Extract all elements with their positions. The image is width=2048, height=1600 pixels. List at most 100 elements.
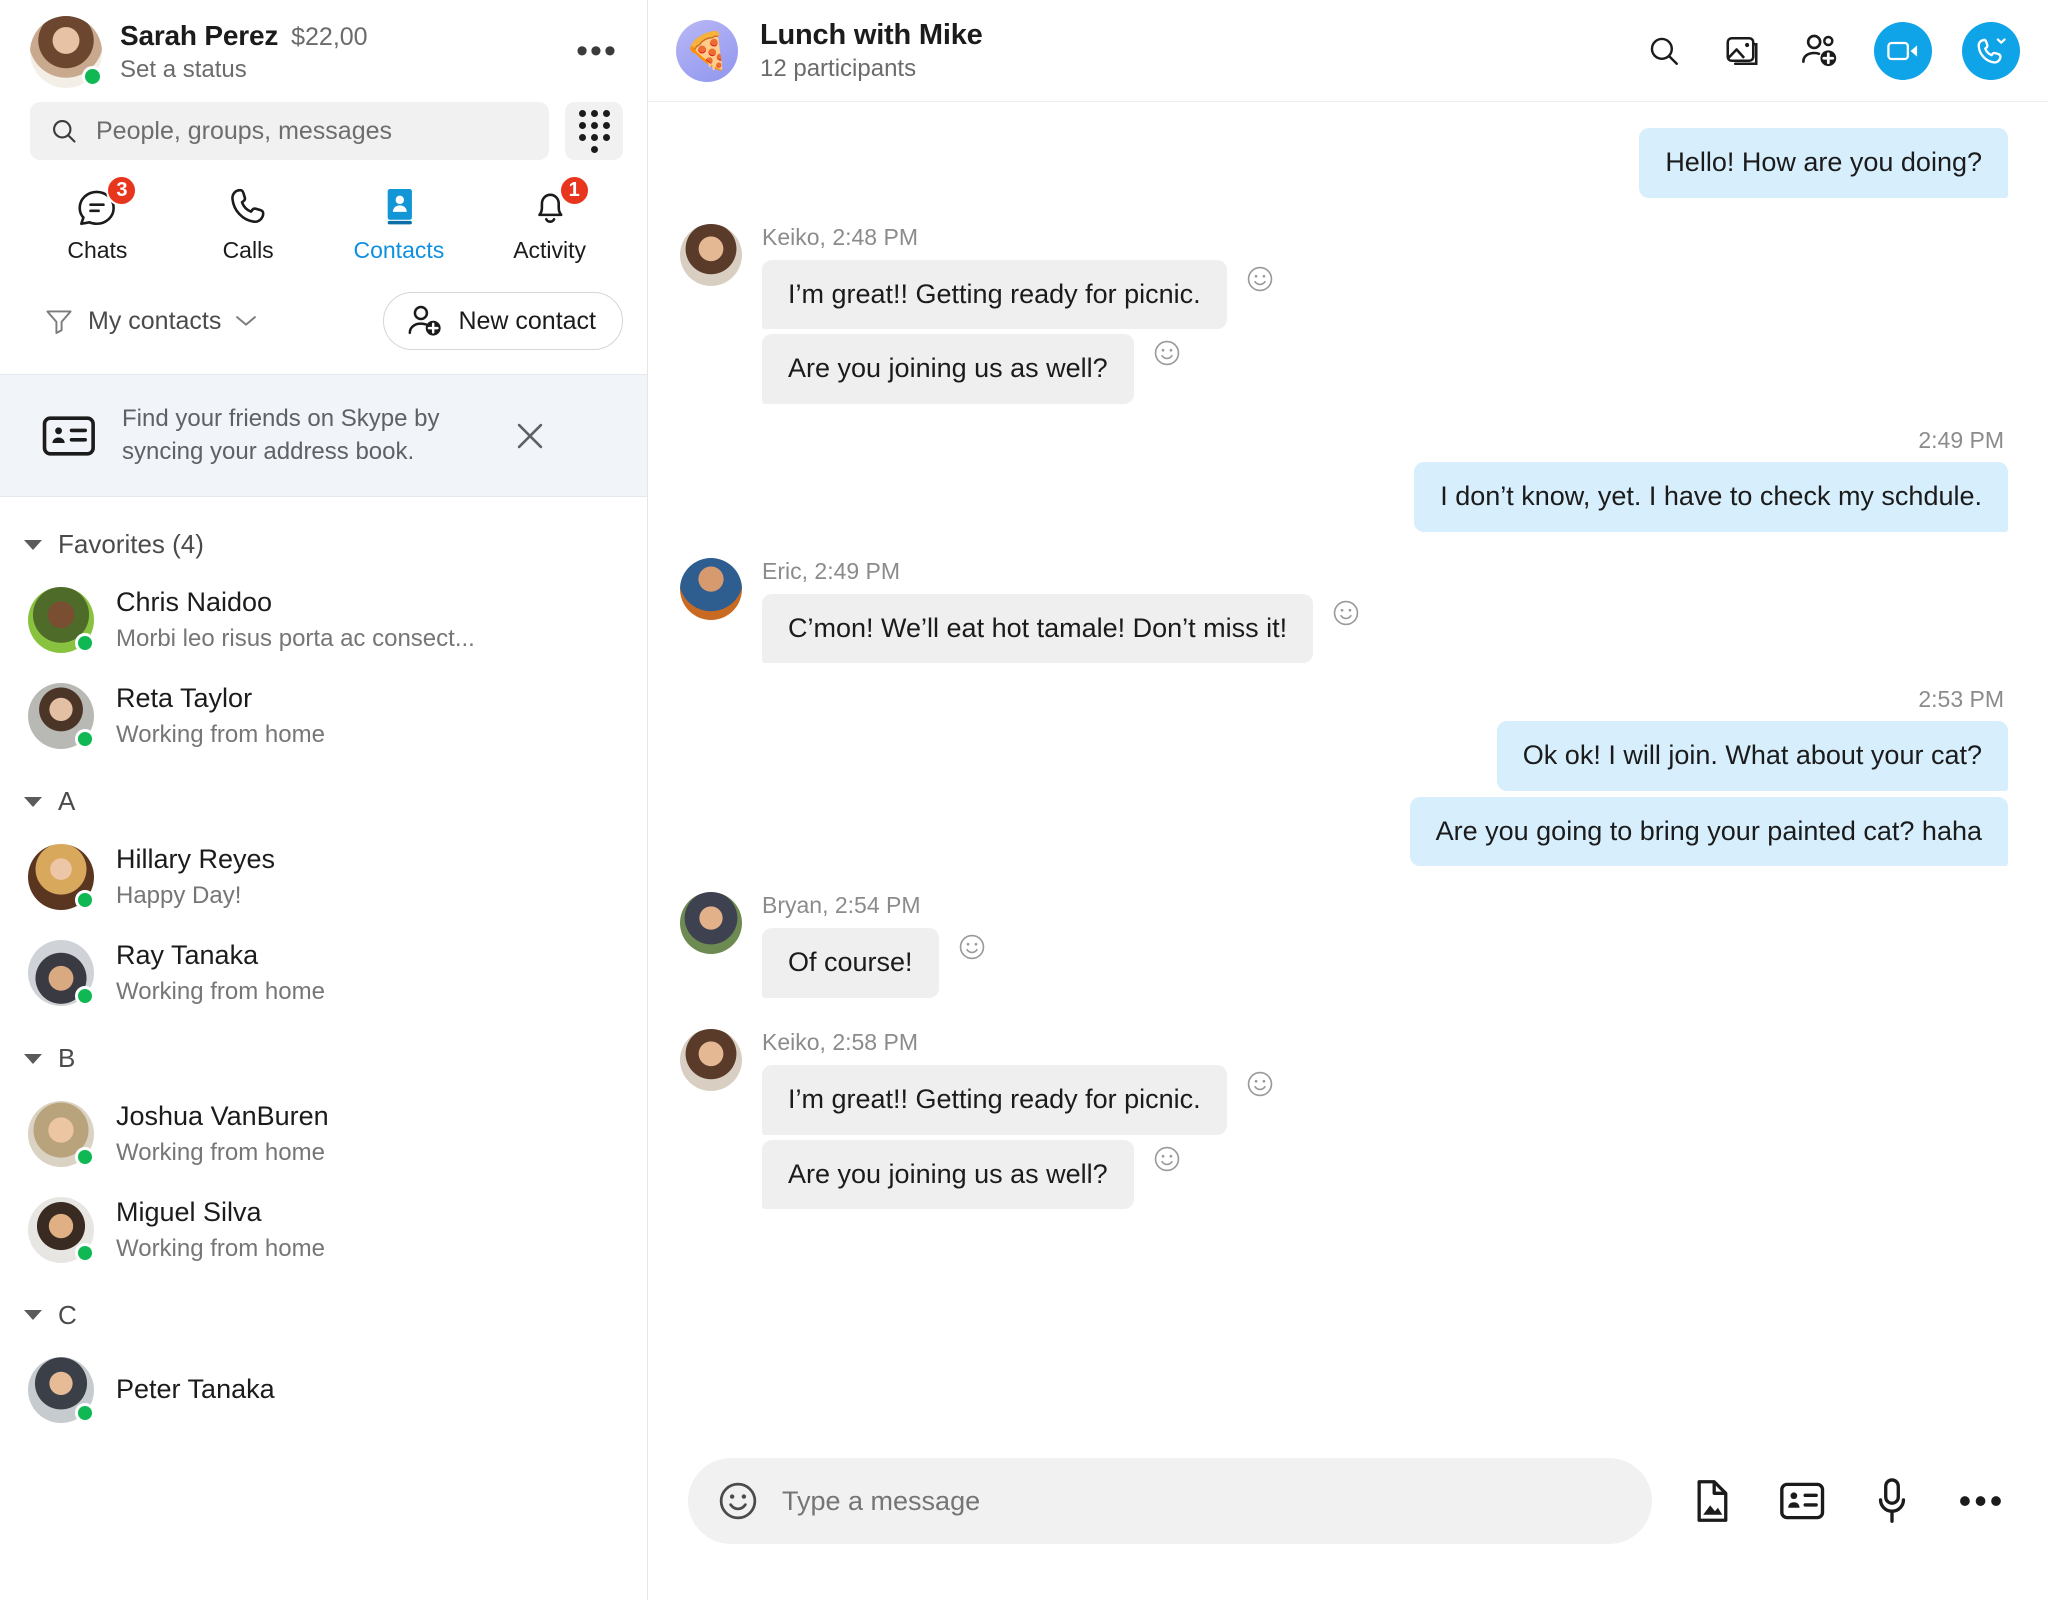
more-options-icon: ••• — [1958, 1479, 2006, 1521]
profile-more-options-button[interactable]: ••• — [571, 26, 623, 78]
message-bubble[interactable]: Of course! — [762, 928, 939, 998]
search-messages-button[interactable] — [1640, 27, 1688, 75]
sender-name: Keiko — [762, 1029, 820, 1055]
gallery-button[interactable] — [1718, 27, 1766, 75]
sender-avatar[interactable] — [680, 1029, 742, 1091]
smiley-icon — [1333, 600, 1359, 625]
gallery-icon — [1726, 36, 1758, 65]
emoji-icon[interactable] — [716, 1479, 760, 1523]
tab-contacts-label: Contacts — [353, 237, 445, 263]
message-bubble[interactable]: I’m great!! Getting ready for picnic. — [762, 259, 1227, 330]
search-input[interactable]: People, groups, messages — [30, 102, 549, 160]
contact-card-icon — [1780, 1482, 1825, 1520]
smiley-icon — [1154, 1146, 1179, 1171]
list-item[interactable]: Miguel Silva Working from home — [0, 1182, 647, 1278]
tab-contacts[interactable]: Contacts — [324, 184, 475, 264]
add-reaction-button[interactable] — [955, 930, 989, 964]
chat-pane: 🍕 Lunch with Mike 12 participants Hello!… — [648, 0, 2048, 1600]
add-reaction-button[interactable] — [1243, 262, 1277, 296]
message-bubble[interactable]: C’mon! We’ll eat hot tamale! Don’t miss … — [762, 593, 1314, 664]
avatar[interactable] — [30, 16, 103, 88]
voice-message-button[interactable] — [1866, 1475, 1918, 1527]
add-reaction-button[interactable] — [1150, 336, 1184, 370]
add-people-icon — [1802, 34, 1837, 66]
message-list[interactable]: Hello! How are you doing? Keiko, 2:48 PM… — [648, 102, 2048, 1430]
message-group-incoming: Keiko, 2:58 PM I’m great!! Getting ready… — [680, 1029, 2008, 1214]
participant-count: 12 participants — [760, 54, 917, 82]
list-item[interactable]: Reta Taylor Working from home — [0, 668, 647, 764]
avatar — [28, 940, 95, 1007]
sender-avatar[interactable] — [680, 223, 742, 286]
message-time: 2:48 PM — [832, 223, 918, 250]
dialpad-button[interactable] — [565, 102, 623, 160]
contact-status: Working from home — [116, 1234, 325, 1262]
filter-row: My contacts New contact — [0, 270, 647, 374]
sender-name: Eric — [762, 557, 802, 584]
list-item[interactable]: Hillary Reyes Happy Day! — [0, 829, 647, 925]
tab-chats[interactable]: 3 Chats — [22, 175, 173, 264]
contact-list[interactable]: Favorites (4) Chris Naidoo Morbi leo ris… — [0, 497, 647, 1600]
sender-name-and-time: Eric, 2:49 PM — [762, 557, 901, 584]
sender-avatar[interactable] — [680, 892, 742, 955]
add-reaction-button[interactable] — [1150, 1142, 1184, 1176]
message-bubble[interactable]: Are you joining us as well? — [762, 1139, 1134, 1210]
message-bubble[interactable]: Ok ok! I will join. What about your cat? — [1496, 721, 2008, 791]
send-file-button[interactable] — [1686, 1475, 1738, 1527]
message-bubble[interactable]: Hello! How are you doing? — [1639, 128, 2008, 198]
funnel-icon — [46, 310, 72, 334]
sync-banner-close-button[interactable] — [508, 414, 552, 458]
tab-calls[interactable]: Calls — [173, 184, 324, 264]
sender-avatar[interactable] — [680, 557, 742, 620]
add-reaction-button[interactable] — [1243, 1067, 1277, 1101]
send-contact-button[interactable] — [1776, 1475, 1828, 1527]
group-title: Favorites (4) — [58, 529, 204, 560]
message-bubble[interactable]: I’m great!! Getting ready for picnic. — [762, 1065, 1227, 1135]
microphone-icon — [1878, 1478, 1906, 1523]
chevron-down-icon — [236, 316, 257, 326]
sender-name-and-time: Bryan, 2:54 PM — [762, 892, 921, 919]
group-header-favorites[interactable]: Favorites (4) — [0, 507, 647, 572]
profile-row[interactable]: Sarah Perez $22,00 Set a status ••• — [0, 0, 647, 98]
group-header-c[interactable]: C — [0, 1278, 647, 1343]
sender-name: Bryan — [762, 892, 823, 919]
tab-activity[interactable]: 1 Activity — [474, 175, 625, 264]
message-bubble[interactable]: I don’t know, yet. I have to check my sc… — [1414, 461, 2008, 532]
presence-indicator-online — [75, 986, 95, 1007]
add-people-button[interactable] — [1796, 27, 1844, 75]
contact-name: Reta Taylor — [116, 683, 253, 714]
message-row-outgoing: Are you going to bring your painted cat?… — [680, 796, 2008, 867]
new-contact-button[interactable]: New contact — [383, 292, 623, 350]
conversation-title-block[interactable]: Lunch with Mike 12 participants — [760, 19, 1618, 83]
message-time: 2:58 PM — [832, 1029, 918, 1055]
message-bubble[interactable]: Are you joining us as well? — [762, 334, 1134, 404]
message-time: 2:49 PM — [814, 557, 901, 584]
avatar — [28, 683, 95, 750]
set-a-status-link[interactable]: Set a status — [120, 56, 553, 84]
list-item[interactable]: Joshua VanBuren Working from home — [0, 1086, 647, 1182]
profile-name: Sarah Perez — [120, 20, 279, 51]
group-header-b[interactable]: B — [0, 1021, 647, 1086]
video-call-button[interactable] — [1874, 21, 1932, 80]
skype-app-window: Sarah Perez $22,00 Set a status ••• Peop… — [0, 0, 2048, 1600]
list-item[interactable]: Ray Tanaka Working from home — [0, 925, 647, 1021]
compose-actions: ••• — [1686, 1475, 2008, 1527]
conversation-avatar[interactable]: 🍕 — [676, 19, 738, 82]
sync-address-book-banner[interactable]: Find your friends on Skype by syncing yo… — [0, 374, 647, 498]
list-item[interactable]: Peter Tanaka — [0, 1343, 647, 1437]
contact-status: Working from home — [116, 720, 325, 748]
message-time: 2:54 PM — [834, 892, 921, 919]
message-bubble[interactable]: Are you going to bring your painted cat?… — [1409, 796, 2008, 867]
contact-name: Peter Tanaka — [116, 1374, 275, 1404]
contact-status: Morbi leo risus porta ac consect... — [116, 625, 475, 652]
profile-text: Sarah Perez $22,00 Set a status — [120, 20, 553, 84]
add-reaction-button[interactable] — [1329, 596, 1363, 630]
more-options-button[interactable]: ••• — [1956, 1475, 2008, 1527]
list-item[interactable]: Chris Naidoo Morbi leo risus porta ac co… — [0, 572, 647, 668]
group-header-a[interactable]: A — [0, 764, 647, 829]
sender-name-and-time: Keiko, 2:58 PM — [762, 1029, 918, 1055]
audio-call-button[interactable] — [1962, 21, 2020, 80]
chevron-collapse-icon — [24, 1053, 42, 1064]
message-input[interactable]: Type a message — [688, 1458, 1652, 1544]
my-contacts-filter-dropdown[interactable]: My contacts — [44, 306, 257, 336]
contact-status: Working from home — [116, 1138, 325, 1166]
